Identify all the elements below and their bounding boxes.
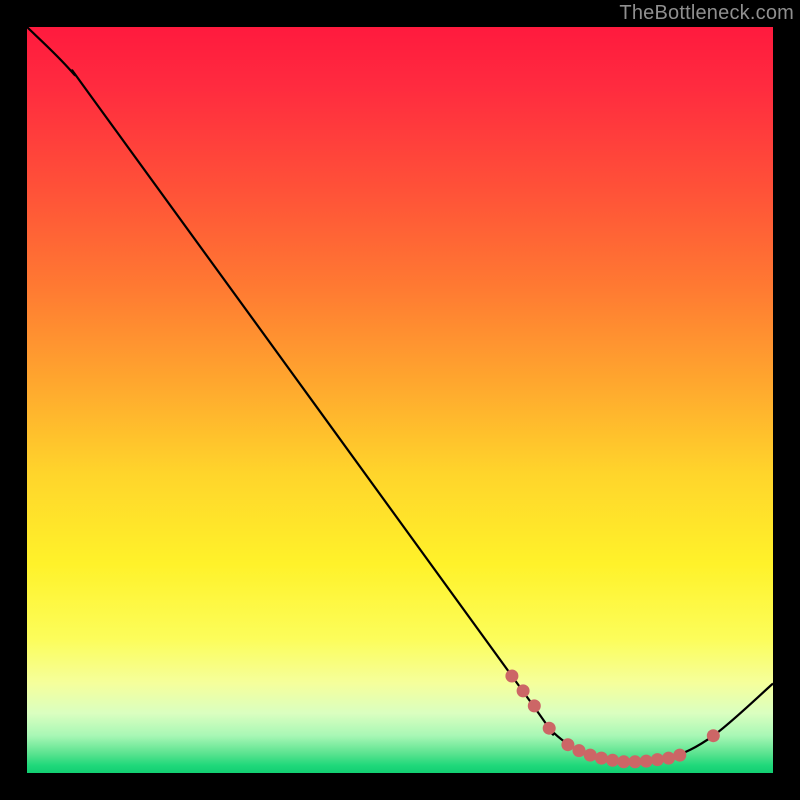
curve-marker xyxy=(561,738,574,751)
curve-marker xyxy=(651,753,664,766)
watermark-text: TheBottleneck.com xyxy=(619,2,794,25)
chart-plot-area xyxy=(27,27,773,773)
curve-marker xyxy=(629,755,642,768)
curve-marker xyxy=(640,755,653,768)
curve-marker xyxy=(662,752,675,765)
curve-marker xyxy=(505,670,518,683)
curve-marker xyxy=(528,699,541,712)
chart-svg xyxy=(27,27,773,773)
curve-marker xyxy=(707,729,720,742)
curve-line xyxy=(27,27,773,762)
curve-marker xyxy=(573,744,586,757)
curve-marker xyxy=(517,684,530,697)
curve-marker xyxy=(673,749,686,762)
curve-marker xyxy=(584,749,597,762)
curve-marker xyxy=(543,722,556,735)
curve-markers xyxy=(505,670,719,769)
chart-frame: TheBottleneck.com xyxy=(0,0,800,800)
curve-marker xyxy=(617,755,630,768)
curve-marker xyxy=(606,754,619,767)
curve-marker xyxy=(595,752,608,765)
